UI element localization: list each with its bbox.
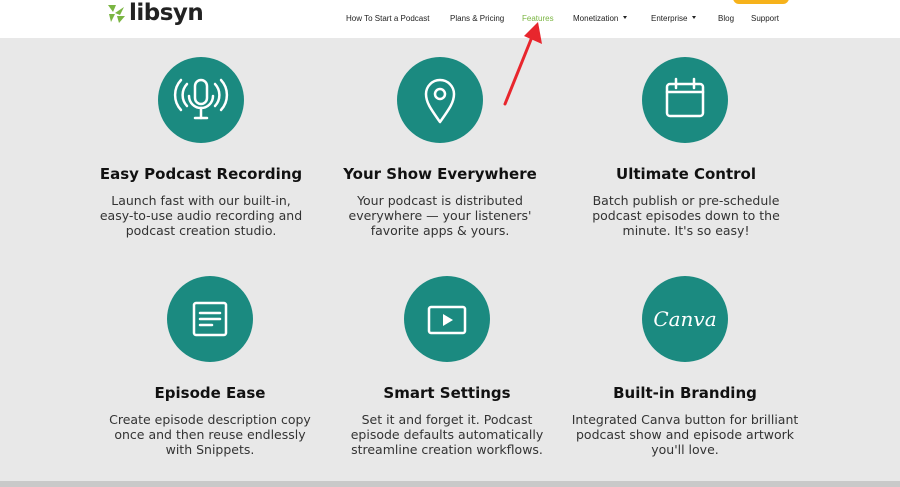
feature-description-line: everywhere — your listeners' — [348, 208, 532, 223]
microphone-icon — [173, 78, 229, 120]
feature-description-line: favorite apps & yours. — [370, 223, 510, 238]
feature-description: Integrated Canva button for brilliant po… — [560, 412, 810, 457]
feature-description-line: podcast show and episode artwork — [575, 427, 794, 442]
feature-description-line: podcast creation studio. — [125, 223, 277, 238]
canva-icon: Canva — [653, 307, 717, 331]
red-arrow-icon — [503, 22, 542, 106]
main-nav: How To Start a Podcast Plans & Pricing F… — [0, 13, 900, 27]
play-screen-icon-circle — [404, 276, 490, 362]
microphone-icon-circle — [158, 57, 244, 143]
feature-description-line: easy-to-use audio recording and — [99, 208, 303, 223]
nav-enterprise-label: Enterprise — [651, 14, 688, 23]
feature-title: Episode Ease — [154, 384, 266, 402]
feature-description-line: Create episode description copy — [109, 412, 311, 427]
feature-description-line: episode defaults automatically — [350, 427, 544, 442]
feature-description: Batch publish or pre-schedule podcast ep… — [561, 193, 811, 238]
calendar-icon — [665, 77, 705, 118]
nav-monetization-label: Monetization — [573, 14, 619, 23]
calendar-icon-circle — [642, 57, 728, 143]
location-pin-icon-circle — [397, 57, 483, 143]
nav-blog[interactable]: Blog — [718, 13, 734, 25]
nav-enterprise[interactable]: Enterprise — [651, 13, 697, 25]
nav-support[interactable]: Support — [751, 13, 779, 25]
feature-description-line: Launch fast with our built-in, — [111, 193, 291, 208]
feature-description: Your podcast is distributed everywhere —… — [315, 193, 565, 238]
feature-description-line: Set it and forget it. Podcast — [361, 412, 533, 427]
feature-description-line: once and then reuse endlessly — [114, 427, 306, 442]
feature-title: Built-in Branding — [613, 384, 757, 402]
feature-description-line: with Snippets. — [165, 442, 255, 457]
feature-description-line: Your podcast is distributed — [357, 193, 523, 208]
feature-description: Create episode description copy once and… — [85, 412, 335, 457]
nav-monetization[interactable]: Monetization — [573, 13, 628, 25]
feature-title: Smart Settings — [383, 384, 511, 402]
caret-down-icon — [692, 16, 697, 20]
feature-description-line: streamline creation workflows. — [351, 442, 543, 457]
nav-plans-pricing[interactable]: Plans & Pricing — [450, 13, 504, 25]
feature-description-line: Integrated Canva button for brilliant — [571, 412, 799, 427]
top-header: libsyn How To Start a Podcast Plans & Pr… — [0, 0, 900, 38]
play-screen-icon — [427, 305, 467, 335]
cta-button-partial[interactable] — [733, 0, 789, 4]
feature-description: Launch fast with our built-in, easy-to-u… — [76, 193, 326, 238]
feature-title: Ultimate Control — [616, 165, 756, 183]
feature-description-line: minute. It's so easy! — [622, 223, 750, 238]
feature-title: Easy Podcast Recording — [99, 165, 303, 183]
feature-description-line: podcast episodes down to the — [592, 208, 780, 223]
nav-how-to-start[interactable]: How To Start a Podcast — [346, 13, 429, 25]
canva-icon-circle: Canva — [642, 276, 728, 362]
feature-description-line: you'll love. — [651, 442, 719, 457]
feature-title: Your Show Everywhere — [343, 165, 537, 183]
location-pin-icon — [424, 78, 456, 124]
bottom-divider — [0, 481, 900, 487]
feature-description-line: Batch publish or pre-schedule — [592, 193, 780, 208]
document-icon — [192, 301, 228, 337]
feature-description: Set it and forget it. Podcast episode de… — [322, 412, 572, 457]
caret-down-icon — [623, 16, 628, 20]
document-icon-circle — [167, 276, 253, 362]
